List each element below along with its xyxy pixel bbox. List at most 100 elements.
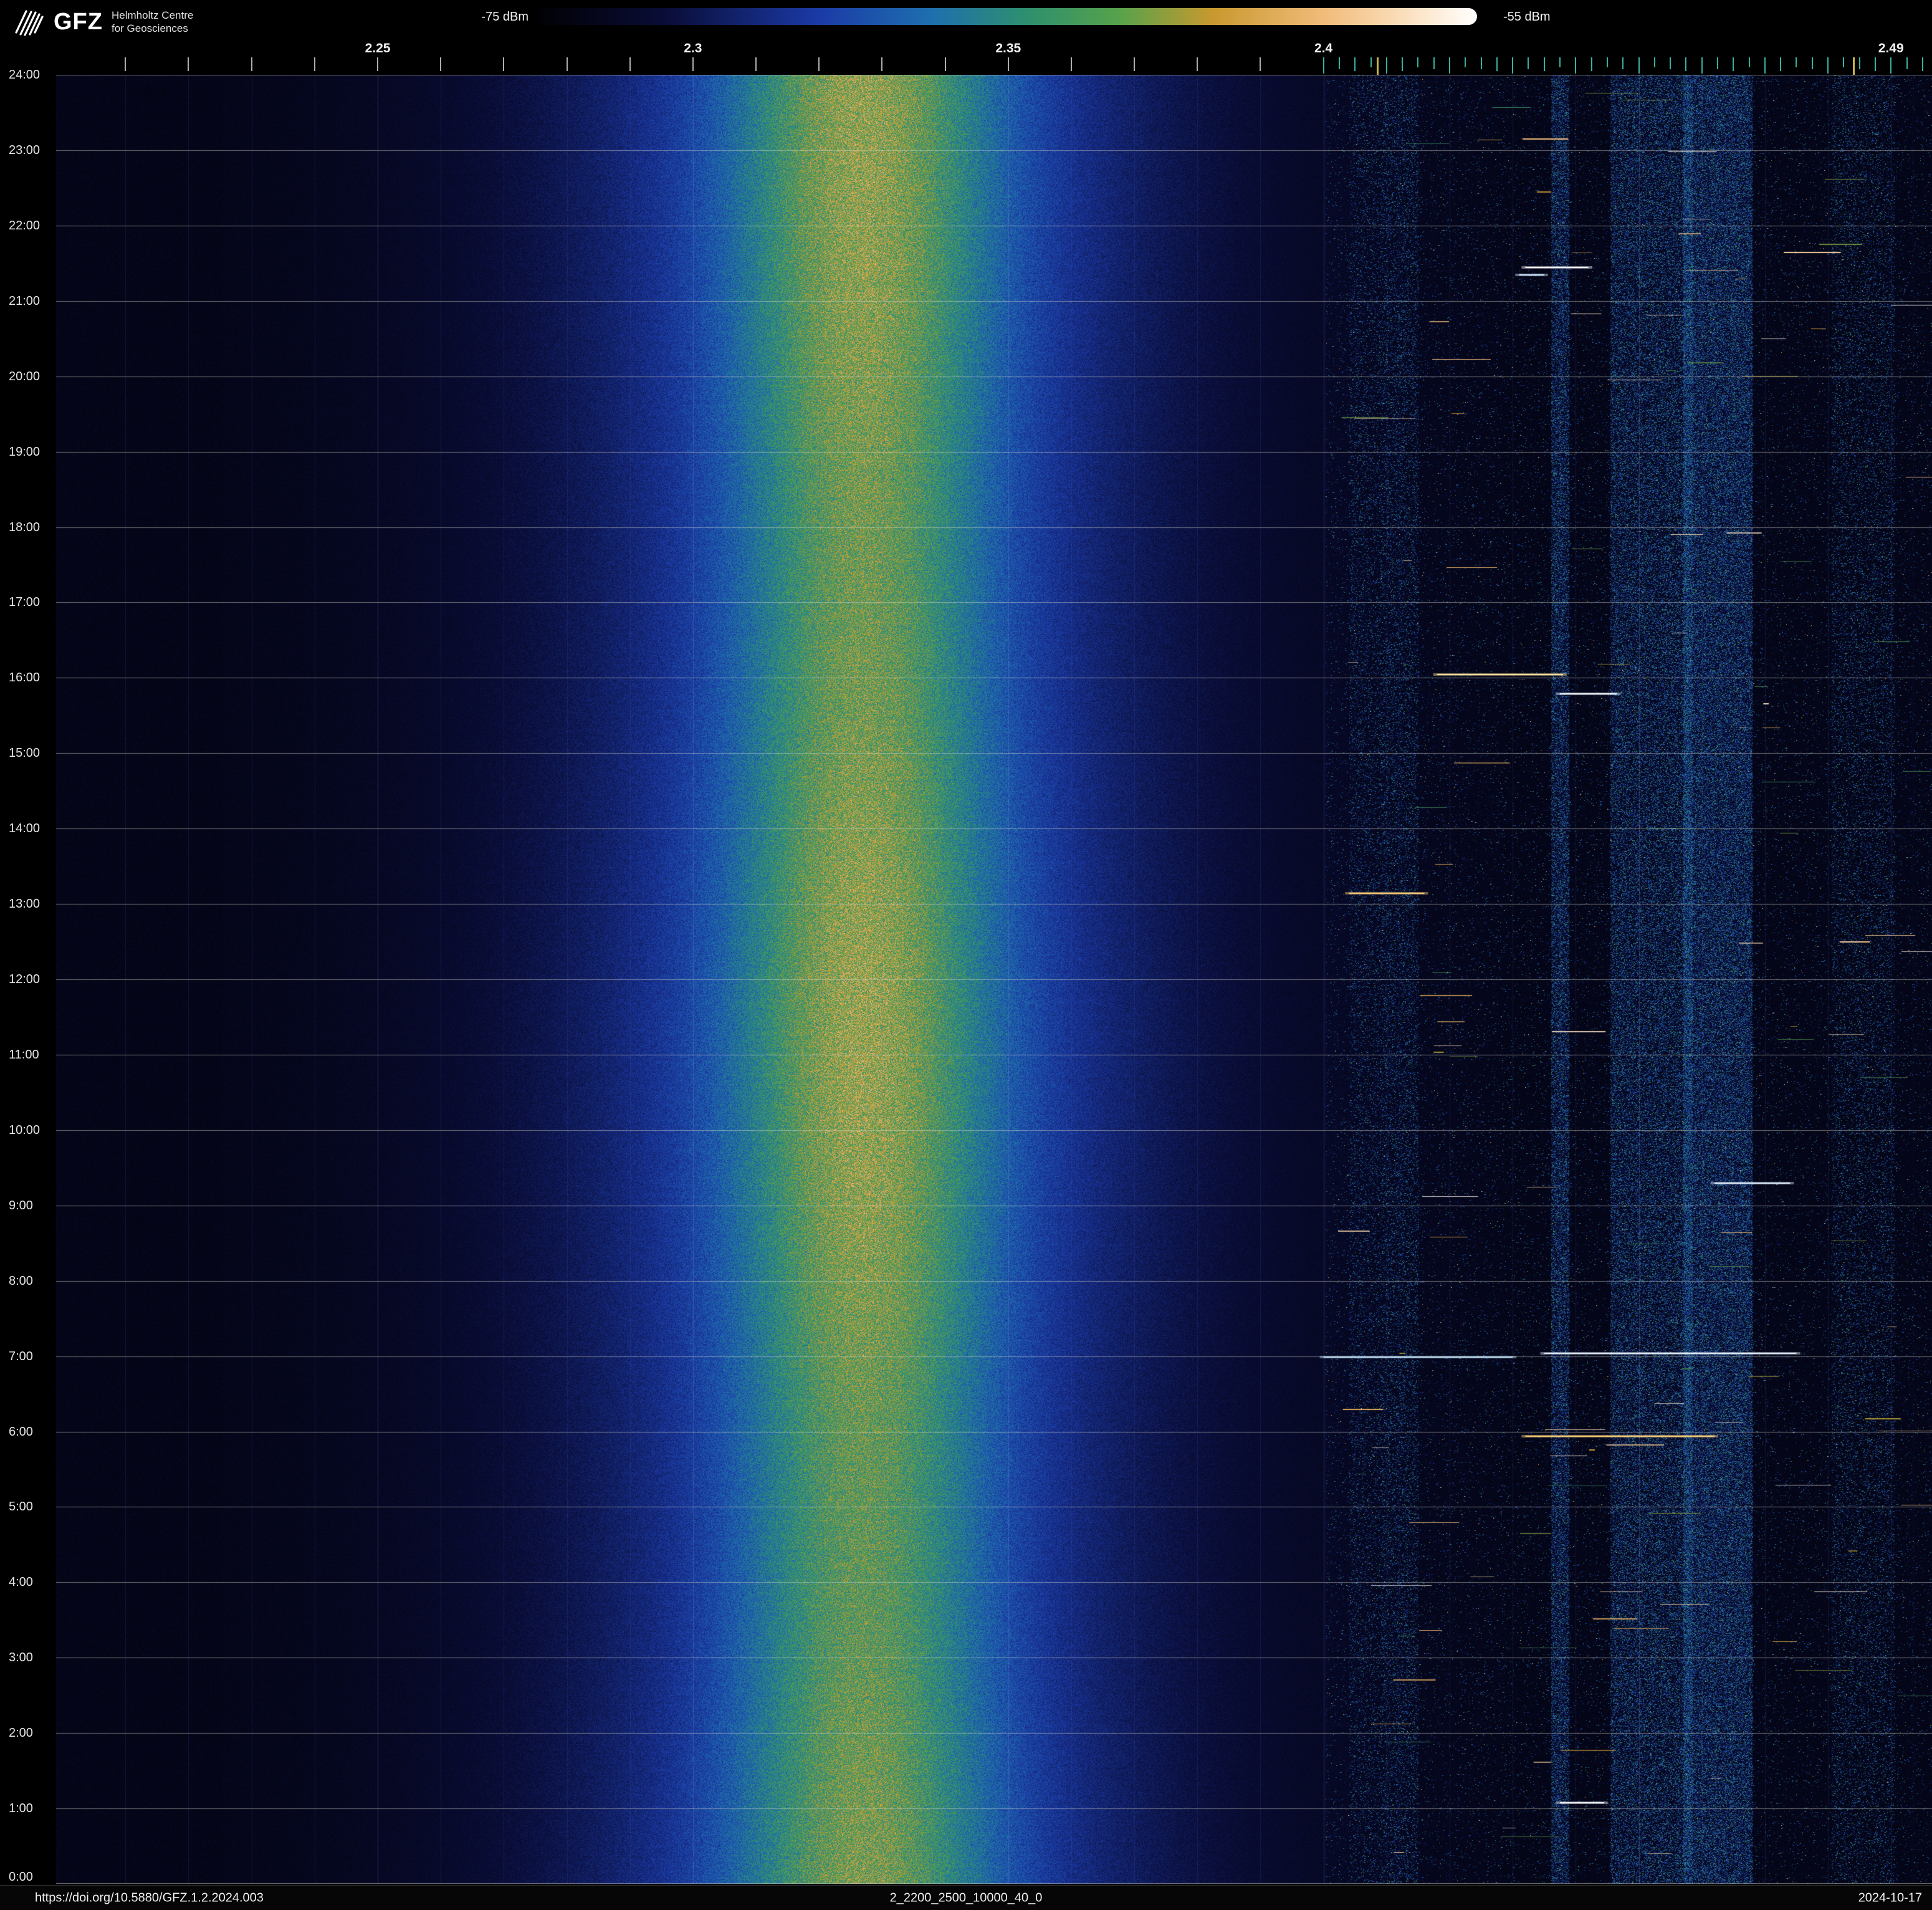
time-label: 10:00 xyxy=(9,1123,41,1137)
spectrogram-canvas xyxy=(56,75,1932,1884)
highlight-tick xyxy=(1852,57,1855,76)
frequency-label: 2.35 xyxy=(995,41,1021,55)
colorbar-max-label: -55 dBm xyxy=(1503,10,1551,24)
wifi-channel-tick xyxy=(1622,57,1624,69)
spectrogram-page: GFZ Helmholtz Centre for Geosciences -75… xyxy=(0,0,1932,1910)
date-label: 2024-10-17 xyxy=(1858,1891,1922,1904)
time-label: 8:00 xyxy=(9,1274,33,1288)
frequency-minor-tick xyxy=(188,57,189,71)
time-label: 11:00 xyxy=(9,1047,39,1062)
highlight-tick xyxy=(1376,57,1379,76)
frequency-minor-tick xyxy=(1070,57,1072,71)
dataset-id-label: 2_2200_2500_10000_40_0 xyxy=(889,1891,1043,1904)
frequency-minor-tick xyxy=(1197,57,1198,71)
frequency-minor-tick xyxy=(692,57,694,71)
wifi-channel-tick xyxy=(1717,57,1718,69)
time-label: 16:00 xyxy=(9,671,41,685)
time-label: 19:00 xyxy=(9,444,41,459)
time-label: 14:00 xyxy=(9,822,41,836)
wifi-channel-tick xyxy=(1733,57,1734,71)
wifi-channel-tick xyxy=(1322,57,1324,74)
wifi-channel-tick xyxy=(1338,57,1340,69)
wifi-channel-tick xyxy=(1796,57,1797,67)
frequency-minor-tick xyxy=(377,57,378,71)
wifi-channel-tick xyxy=(1402,57,1404,71)
time-label: 20:00 xyxy=(9,369,41,383)
wifi-channel-tick xyxy=(1496,57,1498,71)
wifi-channel-tick xyxy=(1480,57,1482,69)
time-label: 4:00 xyxy=(9,1575,33,1590)
wifi-channel-tick xyxy=(1543,57,1545,71)
logo-subtitle: Helmholtz Centre for Geosciences xyxy=(112,9,193,36)
doi-link[interactable]: https://doi.org/10.5880/GFZ.1.2.2024.003 xyxy=(35,1891,264,1905)
wifi-channel-tick xyxy=(1449,57,1450,74)
wifi-channel-tick xyxy=(1370,57,1372,67)
frequency-minor-tick xyxy=(503,57,505,71)
wifi-channel-tick xyxy=(1858,57,1860,69)
frequency-minor-tick xyxy=(944,57,946,71)
wifi-channel-tick xyxy=(1638,57,1640,74)
wifi-channel-tick xyxy=(1559,57,1561,67)
time-label: 17:00 xyxy=(9,595,41,610)
wifi-channel-tick xyxy=(1512,57,1514,74)
wifi-channel-tick xyxy=(1748,57,1750,67)
wifi-channel-tick xyxy=(1921,57,1923,71)
time-label: 12:00 xyxy=(9,972,41,986)
gfz-logo-icon xyxy=(15,10,44,36)
wifi-channel-tick xyxy=(1780,57,1782,71)
frequency-label: 2.3 xyxy=(684,41,702,55)
logo-subtitle-line2: for Geosciences xyxy=(111,22,188,34)
time-label: 0:00 xyxy=(9,1870,33,1884)
frequency-label: 2.25 xyxy=(365,41,391,55)
wifi-channel-tick xyxy=(1906,57,1908,69)
frequency-minor-tick xyxy=(881,57,883,71)
wifi-channel-tick xyxy=(1575,57,1577,74)
wifi-channel-tick xyxy=(1417,57,1419,67)
frequency-minor-tick xyxy=(1007,57,1009,71)
wifi-channel-tick xyxy=(1685,57,1687,71)
time-label: 6:00 xyxy=(9,1424,33,1439)
wifi-channel-tick xyxy=(1590,57,1592,71)
time-label: 24:00 xyxy=(9,68,41,82)
logo-org-text: GFZ xyxy=(54,8,103,35)
time-label: 2:00 xyxy=(9,1726,33,1740)
wifi-channel-tick xyxy=(1385,57,1387,74)
gfz-logo: GFZ Helmholtz Centre for Geosciences xyxy=(15,7,193,36)
wifi-channel-tick xyxy=(1528,57,1529,69)
time-label: 13:00 xyxy=(9,897,41,911)
wifi-channel-tick xyxy=(1890,57,1892,74)
colorbar-gradient xyxy=(536,8,1477,25)
wifi-channel-tick xyxy=(1701,57,1703,74)
colorbar-min-label: -75 dBm xyxy=(481,10,528,24)
frequency-minor-tick xyxy=(566,57,568,71)
wifi-channel-tick xyxy=(1811,57,1813,69)
frequency-minor-tick xyxy=(251,57,252,71)
frequency-minor-tick xyxy=(1260,57,1261,71)
time-label: 3:00 xyxy=(9,1651,33,1665)
frequency-minor-tick xyxy=(440,57,442,71)
time-label: 18:00 xyxy=(9,520,41,534)
wifi-channel-tick xyxy=(1764,57,1766,74)
logo-subtitle-line1: Helmholtz Centre xyxy=(111,9,194,21)
wifi-channel-tick xyxy=(1874,57,1876,71)
wifi-channel-tick xyxy=(1843,57,1845,67)
frequency-minor-tick xyxy=(629,57,631,71)
wifi-channel-tick xyxy=(1354,57,1356,71)
frequency-minor-tick xyxy=(755,57,757,71)
frequency-minor-tick xyxy=(1134,57,1136,71)
frequency-minor-tick xyxy=(125,57,127,71)
frequency-minor-tick xyxy=(818,57,820,71)
time-label: 23:00 xyxy=(9,143,41,157)
wifi-channel-tick xyxy=(1827,57,1829,74)
time-label: 22:00 xyxy=(9,218,41,233)
wifi-channel-tick xyxy=(1433,57,1435,69)
wifi-channel-tick xyxy=(1465,57,1466,67)
footer: https://doi.org/10.5880/GFZ.1.2.2024.003… xyxy=(0,1885,1932,1910)
time-label: 9:00 xyxy=(9,1198,33,1212)
time-label: 21:00 xyxy=(9,294,41,308)
wifi-channel-tick xyxy=(1670,57,1671,69)
time-label: 15:00 xyxy=(9,746,41,761)
frequency-minor-tick xyxy=(313,57,315,71)
time-label: 5:00 xyxy=(9,1500,33,1514)
wifi-channel-tick xyxy=(1606,57,1608,67)
